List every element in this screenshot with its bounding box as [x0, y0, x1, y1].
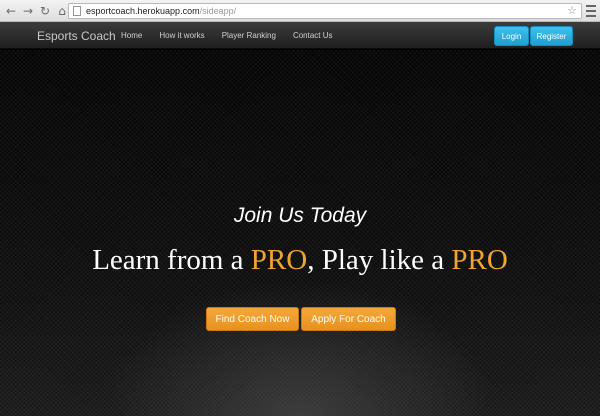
menu-icon[interactable] [586, 4, 596, 18]
address-bar[interactable]: esportcoach.herokuapp.com /sideapp/ ☆ [68, 3, 582, 19]
hero-section: Join Us Today Learn from a PRO, Play lik… [0, 50, 600, 416]
hero-title-part1: Learn from a [92, 244, 251, 276]
login-button[interactable]: Login [494, 26, 529, 46]
hero-title-accent1: PRO [250, 244, 308, 276]
register-button[interactable]: Register [530, 26, 573, 46]
site-navbar: Esports Coach Home How it works Player R… [0, 22, 600, 49]
home-icon[interactable]: ⌂ [55, 2, 69, 20]
url-path: /sideapp/ [199, 6, 237, 16]
reload-icon[interactable]: ↻ [38, 2, 52, 20]
forward-arrow-icon[interactable]: → [21, 2, 35, 20]
brand-logo[interactable]: Esports Coach [37, 29, 116, 43]
hero-title-part2: , Play like a [307, 244, 452, 276]
url-host: esportcoach.herokuapp.com [86, 6, 200, 16]
back-arrow-icon[interactable]: ← [4, 2, 18, 20]
apply-coach-button[interactable]: Apply For Coach [301, 307, 396, 331]
nav-link-player-ranking[interactable]: Player Ranking [222, 31, 276, 40]
page-icon [73, 6, 81, 16]
nav-links: Home How it works Player Ranking Contact… [121, 31, 350, 40]
nav-link-contact-us[interactable]: Contact Us [293, 31, 333, 40]
hero-title-accent2: PRO [451, 244, 508, 276]
find-coach-button[interactable]: Find Coach Now [206, 307, 299, 331]
bookmark-star-icon[interactable]: ☆ [567, 4, 577, 18]
nav-link-how-it-works[interactable]: How it works [159, 31, 204, 40]
nav-link-home[interactable]: Home [121, 31, 142, 40]
hero-title: Learn from a PRO, Play like a PRO [0, 244, 600, 277]
hero-subtitle: Join Us Today [233, 204, 367, 227]
browser-toolbar: ← → ↻ ⌂ esportcoach.herokuapp.com /sidea… [0, 0, 600, 22]
